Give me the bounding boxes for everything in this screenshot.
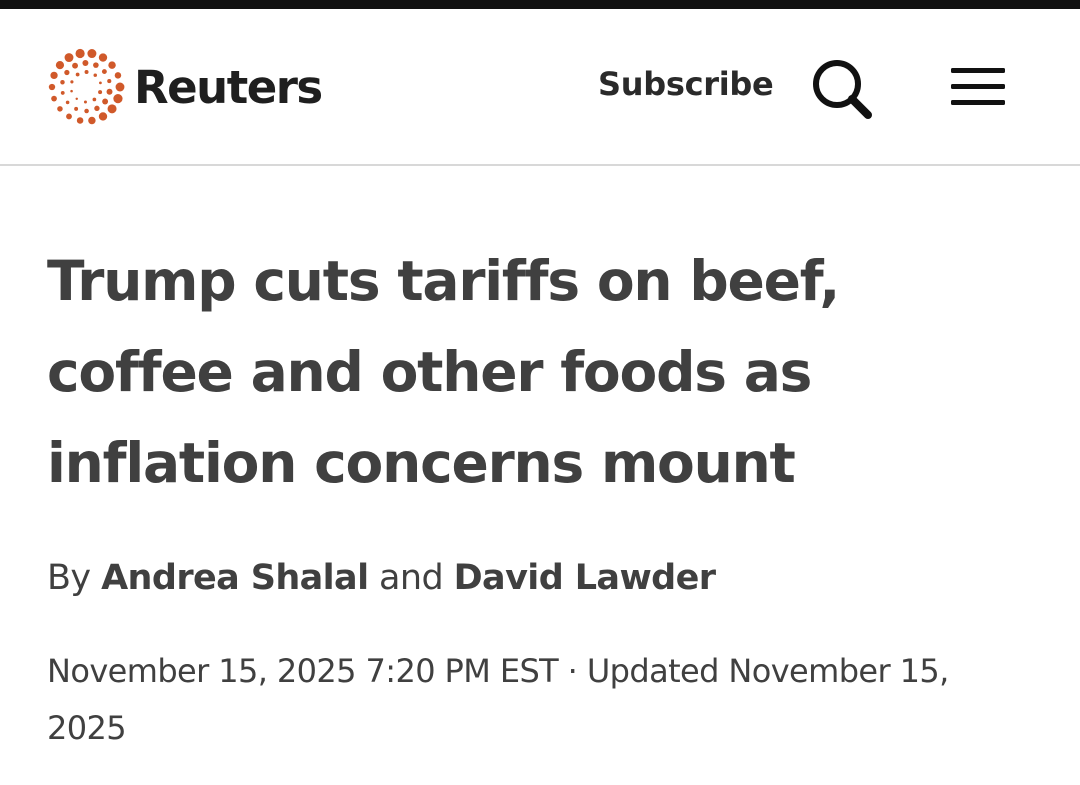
logo-dot	[66, 113, 72, 120]
logo-dot	[75, 72, 80, 77]
logo-dot	[99, 81, 102, 85]
logo-dot	[107, 79, 112, 84]
logo-dot	[70, 80, 74, 84]
logo-dot	[114, 72, 122, 79]
search-button[interactable]	[810, 57, 876, 123]
reuters-dot-ring-icon	[48, 48, 125, 125]
logo-dot	[84, 108, 89, 114]
menu-button[interactable]	[948, 63, 1008, 113]
byline: By Andrea Shalal and David Lawder	[47, 558, 716, 598]
logo-dot	[93, 73, 97, 77]
logo-dot	[87, 49, 97, 59]
logo-dot	[93, 62, 99, 68]
reuters-logo[interactable]: Reuters	[46, 47, 323, 127]
logo-dot	[60, 79, 65, 85]
logo-dot	[55, 61, 65, 70]
logo-dot	[83, 100, 87, 104]
author-link-david-lawder[interactable]: David Lawder	[454, 558, 716, 598]
logo-dot	[50, 71, 58, 80]
logo-dot	[98, 90, 103, 95]
logo-dot	[76, 117, 84, 124]
logo-dot	[57, 106, 63, 112]
logo-dot	[72, 62, 78, 69]
logo-dot	[98, 112, 108, 121]
top-accent-bar	[0, 0, 1080, 9]
article-dateline: November 15, 2025 7:20 PM EST · Updated …	[47, 652, 949, 747]
search-icon	[813, 60, 872, 119]
logo-dot	[75, 97, 78, 101]
logo-dot	[92, 97, 97, 102]
logo-dot	[60, 91, 65, 95]
author-link-andrea-shalal[interactable]: Andrea Shalal	[101, 558, 369, 598]
logo-dot	[48, 83, 56, 91]
logo-dot	[51, 95, 57, 102]
logo-dot	[88, 116, 96, 125]
logo-dot	[106, 88, 113, 95]
logo-dot	[82, 60, 89, 66]
logo-dot	[94, 105, 100, 112]
logo-dot	[74, 106, 79, 111]
byline-prefix: By	[47, 558, 91, 598]
logo-dot	[107, 104, 117, 114]
logo-dot	[70, 89, 73, 93]
logo-dot	[98, 53, 108, 62]
logo-dot	[101, 69, 107, 75]
byline-conjunction: and	[379, 558, 444, 598]
logo-dot	[84, 70, 89, 74]
subscribe-button[interactable]: Subscribe	[598, 65, 774, 103]
logo-dot	[115, 82, 125, 92]
logo-dot	[64, 53, 74, 63]
logo-dot	[64, 69, 70, 76]
article-header: Trump cuts tariffs on beef, coffee and o…	[47, 236, 1037, 509]
hamburger-menu-icon	[951, 68, 1005, 105]
brand-name: Reuters	[134, 60, 323, 114]
logo-dot	[113, 94, 123, 104]
logo-dot	[75, 48, 85, 59]
logo-dot	[102, 98, 109, 105]
logo-dot	[65, 100, 70, 105]
article-headline: Trump cuts tariffs on beef, coffee and o…	[47, 249, 840, 495]
logo-dot	[108, 61, 116, 69]
site-header: Reuters Subscribe	[0, 9, 1080, 166]
